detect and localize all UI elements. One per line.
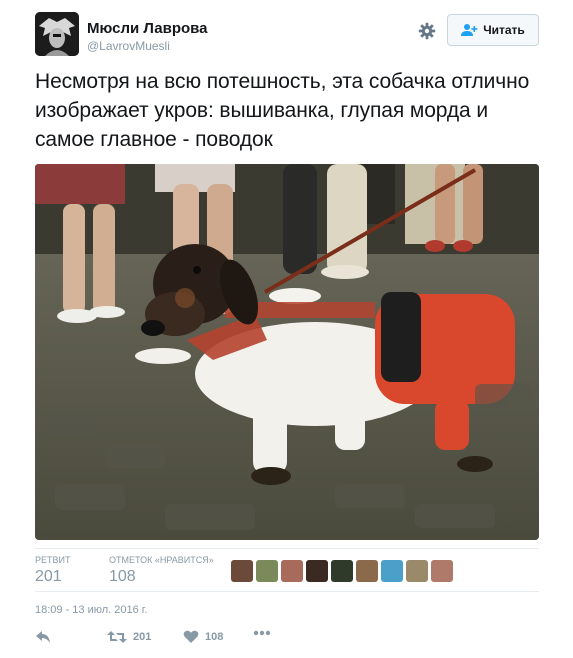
retweet-icon — [107, 630, 127, 644]
more-button[interactable] — [253, 630, 271, 636]
gear-icon[interactable] — [418, 22, 436, 40]
tweet-actions: 201 108 — [35, 630, 335, 650]
retweet-stat[interactable]: РЕТВИТ 201 — [35, 555, 70, 586]
tweet-stats: РЕТВИТ 201 ОТМЕТОК «НРАВИТСЯ» 108 — [35, 548, 539, 592]
liker-avatar[interactable] — [281, 560, 303, 582]
retweet-stat-count: 201 — [35, 568, 62, 585]
reply-icon — [35, 630, 51, 644]
user-display-name[interactable]: Мюсли Лаврова — [87, 20, 208, 37]
follow-button-label: Читать — [483, 23, 525, 37]
tweet-photo[interactable] — [35, 164, 539, 540]
tweet-timestamp[interactable]: 18:09 - 13 июл. 2016 г. — [35, 604, 148, 616]
follow-button[interactable]: Читать — [447, 14, 539, 46]
liker-avatars — [231, 560, 453, 582]
likes-stat-count: 108 — [109, 568, 136, 585]
liker-avatar[interactable] — [381, 560, 403, 582]
more-dots-icon — [253, 630, 271, 636]
likes-stat-label: ОТМЕТОК «НРАВИТСЯ» — [109, 555, 214, 565]
follow-user-icon — [461, 23, 479, 37]
retweet-button[interactable]: 201 — [107, 630, 151, 644]
reply-button[interactable] — [35, 630, 51, 644]
like-action-count: 108 — [205, 631, 224, 643]
tweet-text: Несмотря на всю потешность, эта собачка … — [35, 70, 530, 151]
liker-avatar[interactable] — [256, 560, 278, 582]
liker-avatar[interactable] — [356, 560, 378, 582]
liker-avatar[interactable] — [331, 560, 353, 582]
like-button[interactable]: 108 — [183, 630, 223, 644]
liker-avatar[interactable] — [231, 560, 253, 582]
user-handle[interactable]: @LavrovMuesli — [87, 39, 170, 53]
user-avatar[interactable] — [35, 12, 79, 56]
heart-icon — [183, 630, 199, 644]
liker-avatar[interactable] — [431, 560, 453, 582]
liker-avatar[interactable] — [306, 560, 328, 582]
retweet-action-count: 201 — [133, 631, 152, 643]
likes-stat[interactable]: ОТМЕТОК «НРАВИТСЯ» 108 — [109, 555, 214, 586]
liker-avatar[interactable] — [406, 560, 428, 582]
retweet-stat-label: РЕТВИТ — [35, 555, 71, 565]
tweet-header: Мюсли Лаврова @LavrovMuesli Читать — [35, 12, 539, 58]
